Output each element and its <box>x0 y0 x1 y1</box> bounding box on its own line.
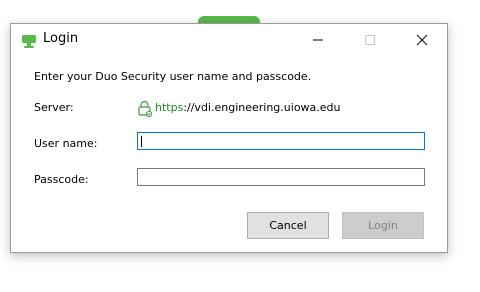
maximize-button <box>347 24 393 56</box>
text-caret <box>141 136 142 147</box>
lock-icon <box>138 100 153 117</box>
title-bar: Login <box>11 24 447 56</box>
minimize-button[interactable] <box>295 24 341 56</box>
passcode-label: Passcode: <box>34 173 89 186</box>
window-title: Login <box>43 31 79 46</box>
close-icon <box>416 34 428 46</box>
username-label: User name: <box>34 137 98 150</box>
login-dialog: Login Enter your Duo Security user name … <box>10 23 448 253</box>
maximize-icon <box>365 35 375 45</box>
close-button[interactable] <box>399 24 445 56</box>
server-url: https://vdi.engineering.uiowa.edu <box>155 101 341 114</box>
passcode-input[interactable] <box>137 168 425 186</box>
server-label: Server: <box>34 101 74 114</box>
server-url-host: ://vdi.engineering.uiowa.edu <box>183 101 341 114</box>
minimize-icon <box>313 39 323 41</box>
cancel-button[interactable]: Cancel <box>247 212 329 239</box>
login-button[interactable]: Login <box>342 212 424 239</box>
app-logo-icon <box>22 35 36 48</box>
username-input[interactable] <box>137 132 425 150</box>
server-url-scheme: https <box>155 101 184 114</box>
instructions-text: Enter your Duo Security user name and pa… <box>34 70 312 83</box>
